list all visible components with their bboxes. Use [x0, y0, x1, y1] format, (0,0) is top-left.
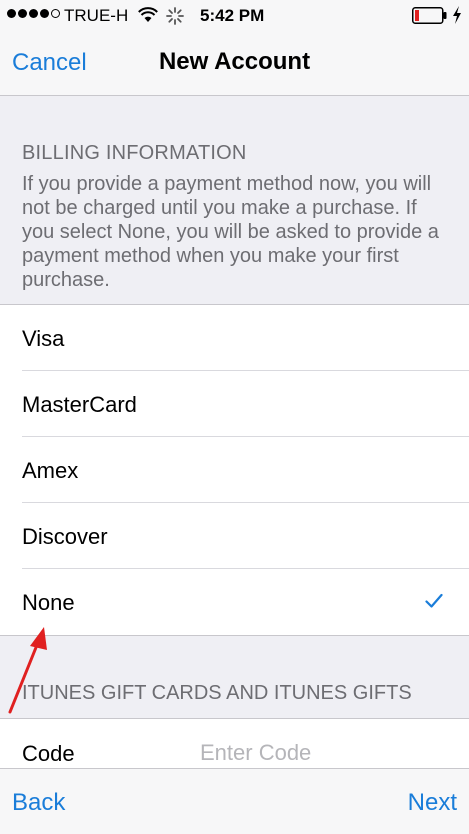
payment-option-label: MasterCard	[22, 392, 137, 417]
back-button[interactable]: Back	[12, 789, 65, 817]
battery-low-icon	[412, 7, 447, 24]
payment-method-list: Visa MasterCard Amex Discover None	[0, 304, 469, 636]
signal-strength-icon	[7, 9, 60, 18]
payment-option-mastercard[interactable]: MasterCard	[22, 371, 469, 437]
next-button[interactable]: Next	[408, 789, 457, 817]
clock: 5:42 PM	[200, 6, 265, 25]
gift-code-input[interactable]	[200, 739, 440, 767]
payment-option-label: None	[22, 590, 75, 615]
payment-option-label: Amex	[22, 458, 79, 483]
payment-option-visa[interactable]: Visa	[22, 305, 469, 371]
activity-spinner-icon	[166, 7, 184, 25]
billing-section-header: BILLING INFORMATION	[22, 142, 247, 164]
gift-section-header: ITUNES GIFT CARDS AND ITUNES GIFTS	[22, 682, 412, 704]
checkmark-icon	[425, 593, 443, 608]
charging-bolt-icon	[453, 6, 461, 24]
payment-option-label: Discover	[22, 524, 108, 549]
payment-option-label: Visa	[22, 326, 65, 351]
payment-option-discover[interactable]: Discover	[22, 503, 469, 569]
top-bar: TRUE-H 5:42 PM Cancel New Account	[0, 0, 469, 96]
carrier-name: TRUE-H	[64, 6, 129, 25]
code-label: Code	[22, 741, 75, 766]
bottom-toolbar: Back Next	[0, 768, 469, 834]
wifi-icon	[138, 7, 158, 22]
payment-option-amex[interactable]: Amex	[22, 437, 469, 503]
page-title: New Account	[158, 48, 311, 75]
status-bar: TRUE-H 5:42 PM	[0, 0, 469, 30]
annotation-arrow-icon	[8, 627, 47, 714]
payment-option-none[interactable]: None	[22, 569, 469, 635]
code-row: Code	[0, 718, 469, 769]
billing-description: If you provide a payment method now, you…	[22, 173, 439, 291]
